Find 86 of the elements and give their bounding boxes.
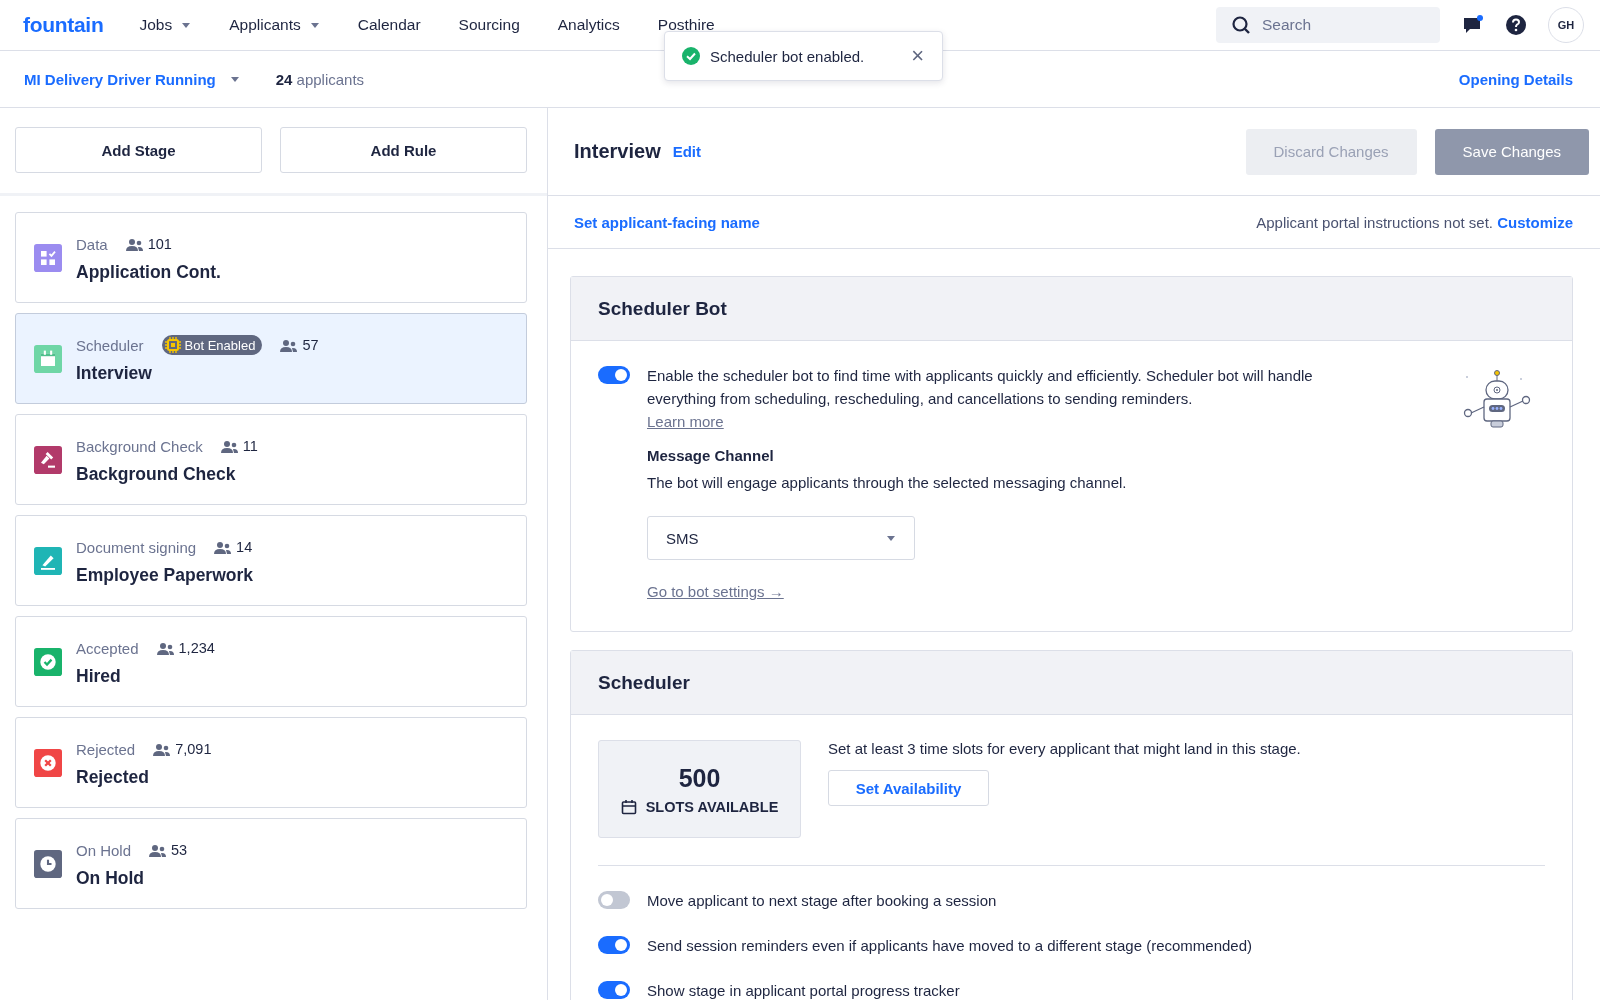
learn-more-link[interactable]: Learn more — [647, 410, 724, 433]
field-help-text: The bot will engage applicants through the selected messaging channel. — [647, 474, 1127, 491]
option-label: Send session reminders even if applicants have moved to a different stage (recommended) — [647, 936, 1253, 954]
bot-badge: Bot Enabled — [161, 335, 263, 355]
stage-card[interactable]: Document signing 14 Employee Paperwork — [15, 515, 527, 606]
fountain-logo[interactable]: fountain — [23, 13, 104, 37]
stage-card[interactable]: Data 101 Application Cont. — [15, 212, 527, 303]
stage-name: Rejected — [76, 767, 150, 788]
people-icon — [149, 843, 167, 857]
toggle-switch[interactable] — [598, 936, 630, 954]
nav-menu-item[interactable]: Applicants — [229, 16, 320, 34]
nav-menu-item[interactable]: Analytics — [557, 16, 620, 34]
applicant-facing-name-link[interactable]: Set applicant-facing name — [574, 213, 760, 231]
slots-help-text: Set at least 3 time slots for every applicant that might land in this stage. — [828, 740, 1301, 757]
opening-details-link[interactable]: Opening Details — [1458, 70, 1573, 88]
applicant-count: 53 — [149, 842, 188, 858]
stage-card[interactable]: On Hold 53 On Hold — [15, 818, 527, 909]
nav-menu-item[interactable]: Jobs — [139, 16, 192, 34]
stage-title: Interview — [574, 140, 661, 163]
stage-type: On Hold — [76, 841, 132, 859]
people-icon — [153, 742, 171, 756]
option-label: Move applicant to next stage after booking a session — [647, 891, 997, 909]
stage-type: Document signing — [76, 538, 197, 556]
stage-type: Background Check — [76, 437, 203, 455]
nav-menu-item[interactable]: Calendar — [357, 16, 421, 34]
set-availability-button[interactable]: Set Availability — [828, 770, 989, 806]
option-label: Show stage in applicant portal progress tracker — [647, 981, 960, 999]
bot-settings-link[interactable]: Go to bot settings → — [647, 580, 784, 603]
nav-menu-item[interactable]: Sourcing — [458, 16, 520, 34]
toast-message: Scheduler bot enabled. — [710, 47, 866, 65]
close-button[interactable]: × — [911, 45, 924, 67]
card-title: Scheduler Bot — [571, 277, 1572, 341]
stage-card[interactable]: Accepted 1,234 Hired — [15, 616, 527, 707]
people-icon — [280, 338, 298, 352]
bot-description: Enable the scheduler bot to find time with applicants quickly and efficiently. Scheduler bot will handle everything from scheduling, rescheduling, and cancellations to sending reminders. — [647, 366, 1314, 409]
applicant-count: 57 — [280, 337, 319, 353]
search-bar[interactable]: Search — [1216, 7, 1440, 43]
stage-card[interactable]: Rejected 7,091 Rejected — [15, 717, 527, 808]
channel-dropdown[interactable]: SMS — [647, 516, 915, 560]
field-label: Message Channel — [647, 447, 774, 464]
applicant-count: 7,091 — [153, 741, 212, 757]
applicant-count: 101 — [125, 236, 172, 252]
caret-icon — [886, 534, 896, 542]
stage-name: Interview — [76, 363, 153, 384]
card-title: Scheduler — [571, 651, 1572, 715]
toggle-switch[interactable] — [598, 981, 630, 999]
caret-icon — [309, 21, 320, 29]
search-field[interactable]: Search — [1262, 16, 1422, 34]
customize-link[interactable]: Customize — [1497, 213, 1573, 231]
stage-type: Rejected — [76, 740, 136, 758]
stage-type: Data — [76, 235, 108, 253]
applicant-count: 14 — [214, 539, 253, 555]
sidebar-button[interactable]: Add Stage — [15, 127, 262, 173]
applicant-count: 1,234 — [156, 640, 215, 656]
nav-menu-item[interactable]: Posthire — [657, 16, 715, 34]
portal-instructions-note: Applicant portal instructions not set. — [1256, 213, 1494, 231]
stage-name: On Hold — [76, 868, 146, 889]
toggle-switch[interactable] — [598, 366, 630, 384]
caret-icon — [181, 21, 192, 29]
caret-icon — [229, 75, 240, 83]
stage-type: Accepted — [76, 639, 139, 657]
stage-name: Background Check — [76, 464, 237, 485]
calendar-icon — [620, 798, 637, 815]
slots-label: SLOTS AVAILABLE — [645, 798, 779, 815]
stage-name: Application Cont. — [76, 262, 221, 283]
slots-count: 500 — [678, 763, 721, 793]
people-icon — [220, 439, 238, 453]
sidebar-button[interactable]: Add Rule — [280, 127, 527, 173]
stage-name: Hired — [76, 666, 122, 687]
search-icon — [1232, 16, 1250, 34]
opening-selector[interactable]: MI Delivery Driver Running — [24, 70, 240, 88]
people-icon — [214, 540, 232, 554]
stage-type: Scheduler — [76, 336, 144, 354]
messages-icon[interactable] — [1462, 15, 1484, 35]
stage-card[interactable]: Background Check 11 Background Check — [15, 414, 527, 505]
help-icon[interactable] — [1506, 15, 1526, 35]
applicant-count: 11 — [220, 438, 258, 454]
applicant-count: 24 applicants — [275, 70, 365, 88]
edit-link[interactable]: Edit — [672, 143, 702, 160]
people-icon — [125, 237, 143, 251]
stage-card[interactable]: Scheduler Bot Enabled 57 Interview — [15, 313, 527, 404]
toggle-switch[interactable] — [598, 891, 630, 909]
people-icon — [156, 641, 174, 655]
robot-drawing — [1463, 370, 1531, 428]
stage-name: Employee Paperwork — [76, 565, 254, 586]
success-icon — [682, 47, 700, 65]
